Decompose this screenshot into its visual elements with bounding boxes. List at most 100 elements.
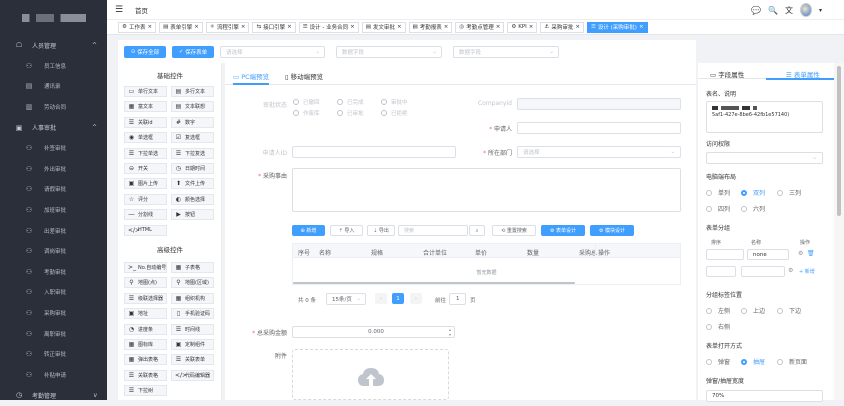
widget-item[interactable]: ▣ 地址 <box>124 308 167 320</box>
page-size-select[interactable]: 15条/页 ⌄ <box>326 293 366 305</box>
widget-item[interactable]: ◐ 颜色选择 <box>171 193 214 205</box>
tab[interactable]: ⚙ 工作表 × <box>118 21 157 33</box>
sidebar-item[interactable]: ◷ 考勤管理 v <box>0 385 107 406</box>
sidebar-item[interactable]: ☖ 人员管理 ^ <box>0 35 107 56</box>
settings-icon[interactable]: ⚙ <box>788 267 793 274</box>
tab[interactable]: ⇆ 接口引擎 × <box>252 21 296 33</box>
form-name-textarea[interactable]: 5af1-427e-8be6-42fb1e57140) <box>706 101 823 133</box>
widget-item[interactable]: ☰ 关联表格 <box>124 369 167 381</box>
sidebar-item[interactable]: ⚇ 离职审批 <box>0 323 107 344</box>
widget-item[interactable]: ▤ 多行文本 <box>171 86 214 97</box>
tab-position-option[interactable]: 右侧 <box>706 322 730 331</box>
next-page-button[interactable]: › <box>410 293 422 304</box>
form-select[interactable]: 请选择 ⌄ <box>220 46 325 58</box>
widget-item[interactable]: ▦ 弹出表格 <box>124 354 167 366</box>
close-icon[interactable]: × <box>444 24 449 30</box>
close-icon[interactable]: × <box>241 24 246 30</box>
close-icon[interactable]: × <box>575 24 580 30</box>
tab[interactable]: ☰ 设计 (采购审批) × <box>586 21 648 33</box>
sidebar-item[interactable]: ⚇ 采购审批 <box>0 303 107 324</box>
tab-pc-preview[interactable]: ▭ PC端预览 <box>233 71 269 81</box>
widget-item[interactable]: ⚲ 地图(点) <box>124 277 167 289</box>
sidebar-item[interactable]: ▣ 人事审批 ^ <box>0 117 107 138</box>
widget-item[interactable]: </> HTML <box>124 224 167 236</box>
open-mode-option[interactable]: 弹窗 <box>706 357 730 366</box>
avatar[interactable] <box>799 3 812 17</box>
company-id-input[interactable] <box>517 98 681 110</box>
add-row-button[interactable]: ⊕ 新增 <box>292 225 325 236</box>
close-icon[interactable]: × <box>194 24 199 30</box>
widget-item[interactable]: ◉ 单选框 <box>124 132 167 144</box>
tab-field-properties[interactable]: ▭ 字段属性 <box>710 69 744 79</box>
widget-item[interactable]: ⊖ 开关 <box>124 163 167 174</box>
widget-item[interactable]: ☰ 下拉单选 <box>124 147 167 159</box>
widget-item[interactable]: ▶ 按钮 <box>171 209 214 221</box>
widget-item[interactable]: ☰ 级联选择器 <box>124 292 167 304</box>
hamburger-menu-icon[interactable]: ☰ <box>115 5 129 15</box>
attachment-upload-area[interactable] <box>292 349 449 400</box>
status-option[interactable]: 已撤回 <box>293 98 320 106</box>
layout-option[interactable]: 三列 <box>777 188 801 197</box>
widget-item[interactable]: ☰ 关联表单 <box>171 354 214 366</box>
widget-item[interactable]: ▯ 手机验证码 <box>171 308 214 320</box>
close-icon[interactable]: × <box>147 24 152 30</box>
tab[interactable]: ◎ 考勤点管理 × <box>455 21 505 33</box>
widget-item[interactable]: ◔ 进度条 <box>124 323 167 335</box>
data-field-select-2[interactable]: 数据字段 ⌄ <box>453 46 559 58</box>
applicant-input[interactable] <box>517 122 681 134</box>
widget-item[interactable]: ☑ 复选框 <box>171 132 214 144</box>
sidebar-item[interactable]: ⚇ 外出审批 <box>0 159 107 180</box>
status-option[interactable]: 已完成 <box>337 98 364 106</box>
table-search-input[interactable]: 搜索 <box>398 225 468 236</box>
sidebar-item[interactable]: ⚇ 补贴申请 <box>0 365 107 386</box>
drawer-width-input[interactable]: 70% <box>706 390 823 402</box>
data-field-select-1[interactable]: 数据字段 ⌄ <box>336 46 442 58</box>
widget-item[interactable]: ▭ 单行文本 <box>124 86 167 97</box>
sidebar-item[interactable]: ⚇ 入职审批 <box>0 282 107 303</box>
form-design-button[interactable]: ⚙ 表单设计 <box>541 225 585 236</box>
reset-search-button[interactable]: ⟲ 重置搜索 <box>492 225 536 236</box>
tab[interactable]: ☰ 设计 - 业务合同 × <box>298 21 359 33</box>
prev-page-button[interactable]: ‹ <box>375 293 387 304</box>
department-select[interactable]: 请选择 ⌄ <box>517 146 681 158</box>
tab-position-option[interactable]: 下边 <box>777 306 801 315</box>
new-group-sort-input[interactable] <box>706 266 736 277</box>
sidebar-item[interactable]: ⚇ 补签审批 <box>0 138 107 159</box>
applicant-id-input[interactable] <box>292 146 456 158</box>
chat-icon[interactable]: 💬 <box>751 6 761 15</box>
widget-item[interactable]: </> 代码编辑器 <box>171 369 214 381</box>
tab[interactable]: ⚙ KPI × <box>507 21 538 33</box>
tab-mobile-preview[interactable]: ▯ 移动端预览 <box>285 71 323 81</box>
widget-item[interactable]: ◷ 日期时间 <box>171 163 214 174</box>
search-icon[interactable]: ⌕ <box>469 225 485 236</box>
widget-item[interactable]: ☰ 下拉树 <box>124 385 167 397</box>
close-icon[interactable]: × <box>529 24 534 30</box>
import-button[interactable]: ⇡ 导入 <box>330 225 363 236</box>
sidebar-item[interactable]: ⚇ 加班审批 <box>0 200 107 221</box>
settings-icon[interactable]: ⚙ <box>798 250 803 257</box>
widget-item[interactable]: ▦ 图标库 <box>124 339 167 350</box>
layout-option[interactable]: 四列 <box>706 204 730 213</box>
status-option[interactable]: 作废库 <box>293 109 320 117</box>
widget-item[interactable]: ▦ 子表格 <box>171 262 214 273</box>
group-sort-input[interactable] <box>706 249 744 260</box>
module-design-button[interactable]: ⚙ 模块设计 <box>590 225 634 236</box>
chevron-down-icon[interactable]: ▾ <box>819 7 822 14</box>
widget-item[interactable]: ☰ 关联id <box>124 116 167 128</box>
widget-item[interactable]: ▤ 文本联想 <box>171 101 214 113</box>
widget-item[interactable]: ▣ 图片上传 <box>124 178 167 190</box>
sidebar-item[interactable]: ⚇ 请假审批 <box>0 179 107 200</box>
widget-item[interactable]: ☰ 下拉复选 <box>171 147 214 159</box>
open-mode-option[interactable]: 新页面 <box>777 357 807 366</box>
tab[interactable]: ▤ 发文审批 × <box>361 21 406 33</box>
layout-option[interactable]: 六列 <box>741 204 765 213</box>
widget-item[interactable]: ▦ 富文本 <box>124 101 167 113</box>
access-select[interactable]: ⌄ <box>706 152 823 164</box>
new-group-name-input[interactable] <box>741 266 785 277</box>
properties-scrollbar[interactable] <box>834 63 844 400</box>
sidebar-item[interactable]: ⚇ 转正审批 <box>0 344 107 365</box>
close-icon[interactable]: × <box>639 24 644 30</box>
translate-icon[interactable]: 文 <box>785 5 793 16</box>
sidebar-item[interactable]: ⚇ 调岗审批 <box>0 241 107 262</box>
sidebar-item[interactable]: ▥ 劳动合同 <box>0 97 107 118</box>
